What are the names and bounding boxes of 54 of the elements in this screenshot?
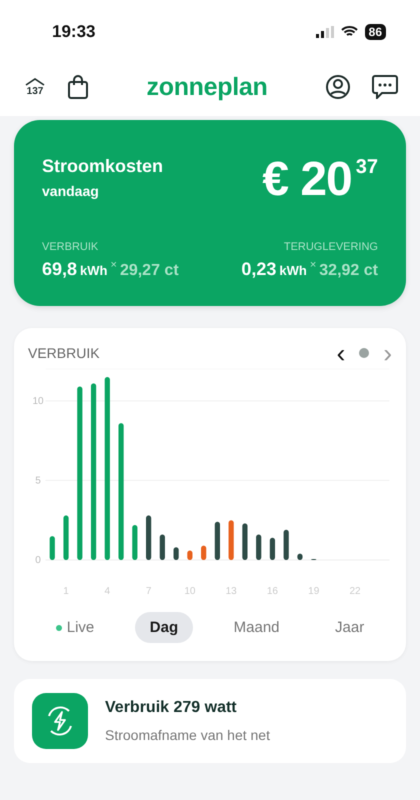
stat-rate: 29,27 ct — [120, 262, 179, 280]
live-subtitle: Stroomafname van het net — [105, 727, 270, 743]
bar — [160, 534, 165, 560]
page-dot — [359, 348, 370, 358]
stat-rate: 32,92 ct — [319, 262, 378, 280]
card-subtitle: vandaag — [42, 183, 100, 199]
live-dot-icon — [56, 624, 62, 630]
wifi-icon — [340, 26, 358, 38]
bar — [187, 550, 192, 560]
signal-icon — [316, 26, 334, 38]
card-title: VERBRUIK — [28, 345, 100, 361]
bar — [297, 554, 303, 560]
period-tab[interactable]: Jaar — [320, 612, 380, 643]
cost-cents: 37 — [356, 156, 378, 179]
profile-icon[interactable] — [326, 75, 350, 99]
times-sign: × — [110, 259, 117, 271]
stat-label: TERUGLEVERING — [284, 241, 378, 253]
bar — [50, 536, 55, 560]
stat-value: 0,23 — [241, 259, 276, 280]
stat-value: 69,8 — [42, 259, 78, 280]
lightning-icon — [32, 693, 88, 749]
bar — [132, 524, 138, 560]
stat-unit: kWh — [80, 263, 108, 278]
bar — [63, 515, 69, 560]
times-sign: × — [310, 259, 316, 271]
period-tab[interactable]: Live — [40, 612, 110, 643]
bar — [284, 530, 289, 560]
card-title: Stroomkosten — [42, 156, 164, 177]
roof-icon — [24, 78, 46, 86]
shopping-bag-icon[interactable] — [68, 75, 88, 99]
stat-label: VERBRUIK — [42, 241, 98, 253]
bar — [270, 538, 276, 560]
previous-button[interactable]: ‹ — [336, 344, 346, 362]
axis-label: 5 — [35, 475, 41, 486]
bar — [228, 520, 234, 560]
bar — [174, 547, 179, 560]
axis-label: 10 — [32, 396, 44, 407]
bar — [214, 522, 220, 560]
live-card[interactable]: Verbruik 279 watt Stroomafname van het net — [14, 679, 406, 763]
cost-amount: € 20 — [262, 152, 352, 207]
period-tab[interactable]: Dag — [134, 612, 194, 643]
battery-level: 86 — [364, 24, 386, 40]
bar — [242, 523, 248, 560]
period-tab[interactable]: Maand — [218, 612, 295, 643]
bar — [256, 534, 262, 560]
stat-unit: kWh — [279, 263, 307, 278]
bar — [146, 515, 152, 560]
live-title: Verbruik 279 watt — [105, 699, 238, 717]
bar — [201, 546, 206, 560]
chat-icon[interactable] — [372, 75, 398, 99]
axis-label: 0 — [35, 555, 41, 566]
house-number-button[interactable]: 137 — [24, 78, 46, 96]
status-time: 19:33 — [52, 22, 96, 42]
app-logo: zonneplan — [146, 72, 268, 102]
